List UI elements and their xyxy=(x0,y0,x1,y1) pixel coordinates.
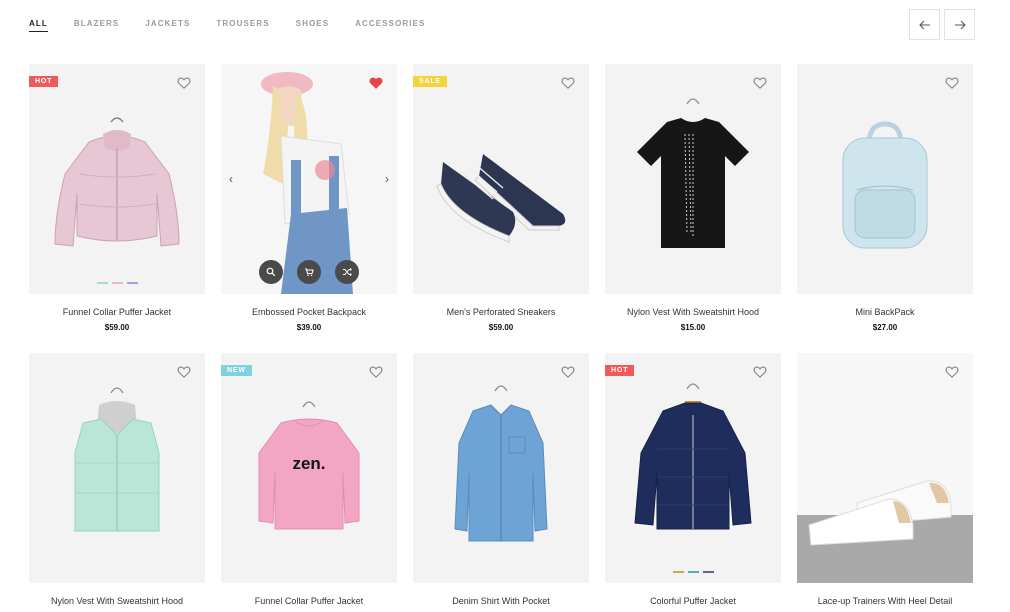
filter-all[interactable]: ALL xyxy=(29,19,48,32)
navy-sneakers-image xyxy=(436,154,566,243)
product-image[interactable]: NEW zen. xyxy=(221,353,397,583)
navy-puffer-jacket-image xyxy=(634,383,752,530)
product-image[interactable]: ‹ › xyxy=(221,64,397,294)
color-swatches xyxy=(605,571,781,573)
product-card[interactable]: ‹ › Embossed Pocket Backpack $39.00 xyxy=(221,64,397,353)
product-grid: HOT Funnel Collar Puffer Jacket $59.00 ‹… xyxy=(29,64,973,612)
heart-icon[interactable] xyxy=(753,76,767,90)
silver-backpack-image xyxy=(842,121,928,249)
sale-badge: SALE xyxy=(413,76,447,87)
sweatshirt-print: zen. xyxy=(292,454,325,473)
quick-actions xyxy=(221,260,397,284)
new-badge: NEW xyxy=(221,365,252,376)
heart-icon[interactable] xyxy=(945,76,959,90)
add-to-cart-button[interactable] xyxy=(297,260,321,284)
product-name[interactable]: Funnel Collar Puffer Jacket xyxy=(29,307,205,317)
quick-view-button[interactable] xyxy=(259,260,283,284)
carousel-nav xyxy=(909,9,975,40)
product-image[interactable] xyxy=(605,64,781,294)
compare-button[interactable] xyxy=(335,260,359,284)
product-image[interactable] xyxy=(413,353,589,583)
product-image[interactable] xyxy=(29,353,205,583)
heart-icon[interactable] xyxy=(561,365,575,379)
category-filters: ALL BLAZERS JACKETS TROUSERS SHOES ACCES… xyxy=(29,19,452,32)
product-card[interactable]: SALE Men's Perforated Sneakers $59.00 xyxy=(413,64,589,353)
carousel-next-icon[interactable]: › xyxy=(385,172,389,186)
product-name[interactable]: Mini BackPack xyxy=(797,307,973,317)
heart-icon[interactable] xyxy=(369,365,383,379)
product-card[interactable]: Nylon Vest With Sweatshirt Hood $15.00 xyxy=(605,64,781,353)
product-image[interactable] xyxy=(797,64,973,294)
filter-jackets[interactable]: JACKETS xyxy=(145,19,190,32)
shuffle-icon xyxy=(343,267,352,277)
swatch-mint[interactable] xyxy=(96,282,108,284)
white-trainers-image xyxy=(797,480,973,583)
product-card[interactable]: HOT Colorful Puffer Jacket xyxy=(605,353,781,612)
product-price: $59.00 xyxy=(104,323,130,332)
product-name[interactable]: Men's Perforated Sneakers xyxy=(413,307,589,317)
prev-button[interactable] xyxy=(909,9,940,40)
product-image[interactable]: SALE xyxy=(413,64,589,294)
product-price: $27.00 xyxy=(872,323,898,332)
product-image[interactable]: HOT xyxy=(605,353,781,583)
pink-puffer-jacket-image xyxy=(54,117,180,247)
heart-icon[interactable] xyxy=(753,365,767,379)
mint-vest-image xyxy=(74,387,160,532)
product-name[interactable]: Denim Shirt With Pocket xyxy=(413,596,589,606)
black-tshirt-image xyxy=(637,98,749,248)
product-card[interactable]: HOT Funnel Collar Puffer Jacket $59.00 xyxy=(29,64,205,353)
pink-sweatshirt-image: zen. xyxy=(258,401,360,530)
filter-blazers[interactable]: BLAZERS xyxy=(74,19,119,32)
product-card[interactable]: NEW zen. Funnel Collar Puffer Jacket xyxy=(221,353,397,612)
product-image[interactable]: HOT xyxy=(29,64,205,294)
next-button[interactable] xyxy=(944,9,975,40)
product-name[interactable]: Lace-up Trainers With Heel Detail xyxy=(797,596,973,606)
denim-shirt-image xyxy=(454,385,548,542)
filter-accessories[interactable]: ACCESSORIES xyxy=(355,19,425,32)
product-card[interactable]: Denim Shirt With Pocket xyxy=(413,353,589,612)
product-price: $15.00 xyxy=(680,323,706,332)
arrow-right-icon xyxy=(954,20,966,29)
heart-icon[interactable] xyxy=(177,76,191,90)
swatch-slate[interactable] xyxy=(702,571,714,573)
heart-icon[interactable] xyxy=(945,365,959,379)
swatch-lavender[interactable] xyxy=(126,282,138,284)
product-price: $39.00 xyxy=(296,323,322,332)
product-name[interactable]: Funnel Collar Puffer Jacket xyxy=(221,596,397,606)
heart-filled-icon[interactable] xyxy=(369,76,383,90)
filter-shoes[interactable]: SHOES xyxy=(296,19,330,32)
product-card[interactable]: Mini BackPack $27.00 xyxy=(797,64,973,353)
product-card[interactable]: Lace-up Trainers With Heel Detail xyxy=(797,353,973,612)
search-icon xyxy=(266,267,276,277)
product-name[interactable]: Embossed Pocket Backpack xyxy=(221,307,397,317)
product-name[interactable]: Nylon Vest With Sweatshirt Hood xyxy=(605,307,781,317)
swatch-pink[interactable] xyxy=(111,282,123,284)
heart-icon[interactable] xyxy=(177,365,191,379)
cart-icon xyxy=(305,268,314,277)
arrow-left-icon xyxy=(918,20,930,29)
product-price: $59.00 xyxy=(488,323,514,332)
product-name[interactable]: Nylon Vest With Sweatshirt Hood xyxy=(29,596,205,606)
swatch-teal[interactable] xyxy=(687,571,699,573)
hot-badge: HOT xyxy=(605,365,635,376)
product-card[interactable]: Nylon Vest With Sweatshirt Hood xyxy=(29,353,205,612)
color-swatches xyxy=(29,282,205,284)
heart-icon[interactable] xyxy=(561,76,575,90)
carousel-prev-icon[interactable]: ‹ xyxy=(229,172,233,186)
product-name[interactable]: Colorful Puffer Jacket xyxy=(605,596,781,606)
swatch-gold[interactable] xyxy=(672,571,684,573)
filter-trousers[interactable]: TROUSERS xyxy=(216,19,269,32)
hot-badge: HOT xyxy=(29,76,59,87)
product-image[interactable] xyxy=(797,353,973,583)
